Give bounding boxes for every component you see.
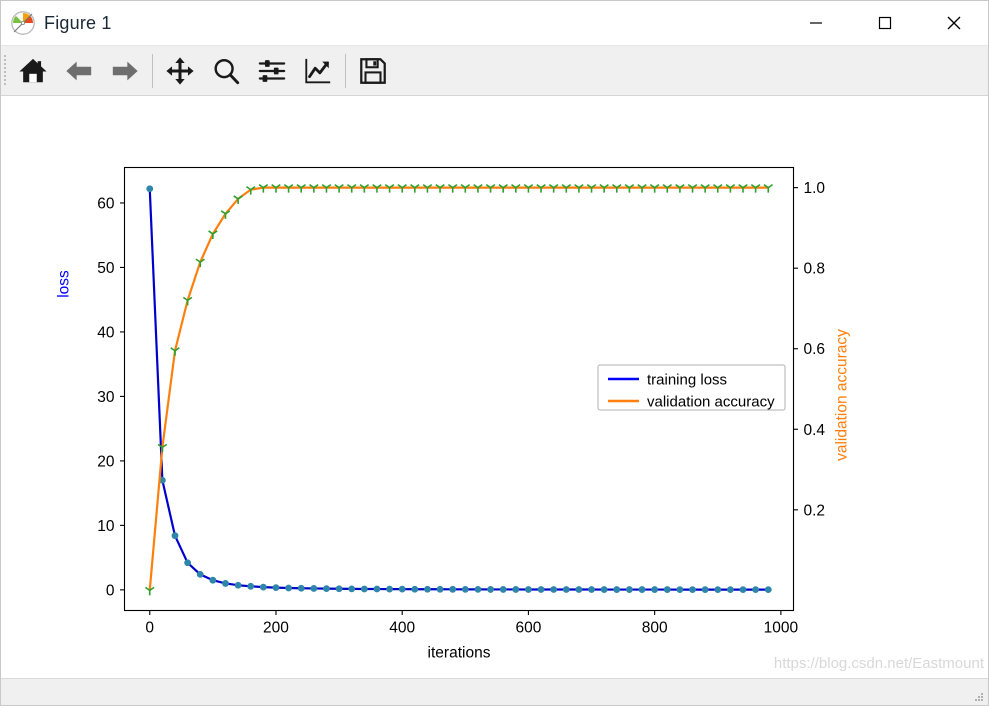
y-axis-right-label: validation accuracy xyxy=(834,329,851,461)
edit-axis-curve-icon xyxy=(305,58,331,83)
y-right-tick-label: 1.0 xyxy=(804,180,826,197)
legend-entry-label: validation accuracy xyxy=(647,394,775,411)
matplotlib-logo-icon xyxy=(11,11,35,35)
y-axis-left-ticks: 0 10 20 30 40 50 60 xyxy=(97,195,125,599)
y-left-tick-label: 50 xyxy=(97,260,115,277)
y-left-tick-label: 60 xyxy=(97,195,115,212)
x-tick-label: 0 xyxy=(145,620,154,637)
figure-statusbar: https://blog.csdn.net/Eastmount xyxy=(1,655,988,705)
resize-grip-icon[interactable] xyxy=(973,691,985,703)
edit-axis-button[interactable] xyxy=(295,48,341,94)
forward-button[interactable] xyxy=(102,48,148,94)
pan-move-icon xyxy=(166,56,194,85)
y-axis-left-label: loss xyxy=(56,270,73,298)
configure-subplots-sliders-icon xyxy=(258,59,286,82)
maximize-icon xyxy=(878,16,891,30)
figure-toolbar xyxy=(1,46,988,96)
y-left-tick-label: 20 xyxy=(97,453,115,470)
y-left-tick-label: 30 xyxy=(97,389,115,406)
y-axis-right-ticks: 0.2 0.4 0.6 0.8 1.0 xyxy=(793,180,826,519)
toolbar-grip[interactable] xyxy=(1,46,10,95)
y-left-tick-label: 0 xyxy=(106,582,115,599)
y-right-tick-label: 0.4 xyxy=(804,422,826,439)
x-axis-label: iterations xyxy=(428,645,491,662)
x-tick-label: 200 xyxy=(263,620,289,637)
forward-arrow-icon xyxy=(112,61,138,80)
y-right-tick-label: 0.2 xyxy=(804,502,826,519)
window-controls xyxy=(781,1,988,45)
minimize-icon xyxy=(809,22,822,24)
window-title: Figure 1 xyxy=(44,12,112,33)
plot-legend[interactable]: training loss validation accuracy xyxy=(597,364,786,411)
y-right-tick-label: 0.6 xyxy=(804,341,826,358)
maximize-button[interactable] xyxy=(850,1,919,45)
home-icon xyxy=(19,58,47,82)
legend-entry-label: training loss xyxy=(647,372,727,389)
x-tick-label: 600 xyxy=(515,620,541,637)
save-button[interactable] xyxy=(350,48,396,94)
zoom-button[interactable] xyxy=(203,48,249,94)
home-button[interactable] xyxy=(10,48,56,94)
window-titlebar: Figure 1 xyxy=(1,1,988,46)
y-left-tick-label: 10 xyxy=(97,518,115,535)
y-left-tick-label: 40 xyxy=(97,324,115,341)
grip-dots-icon xyxy=(3,54,6,85)
figure-window: Figure 1 0 200 400 600 800 1000 0 10 20 … xyxy=(0,0,989,706)
close-icon xyxy=(947,16,960,30)
x-tick-label: 1000 xyxy=(764,620,799,637)
configure-subplots-button[interactable] xyxy=(249,48,295,94)
zoom-magnifier-icon xyxy=(214,58,240,84)
save-floppy-icon xyxy=(360,57,386,84)
minimize-button[interactable] xyxy=(781,1,850,45)
axis-labels: iterations loss validation accuracy xyxy=(56,270,851,662)
figure-canvas[interactable]: 0 200 400 600 800 1000 0 10 20 30 40 50 60 0.2 0.4 0.… xyxy=(1,96,988,678)
pan-button[interactable] xyxy=(157,48,203,94)
toolbar-separator-2 xyxy=(345,53,346,88)
x-tick-label: 400 xyxy=(389,620,415,637)
toolbar-separator-1 xyxy=(152,53,153,88)
back-arrow-icon xyxy=(66,61,92,80)
back-button[interactable] xyxy=(56,48,102,94)
x-axis-ticks: 0 200 400 600 800 1000 xyxy=(145,610,799,637)
matplotlib-axes: 0 200 400 600 800 1000 0102030405060 0.20.40.… xyxy=(56,166,851,662)
close-button[interactable] xyxy=(919,1,988,45)
x-tick-label: 800 xyxy=(642,620,668,637)
y-right-tick-label: 0.8 xyxy=(804,261,826,278)
